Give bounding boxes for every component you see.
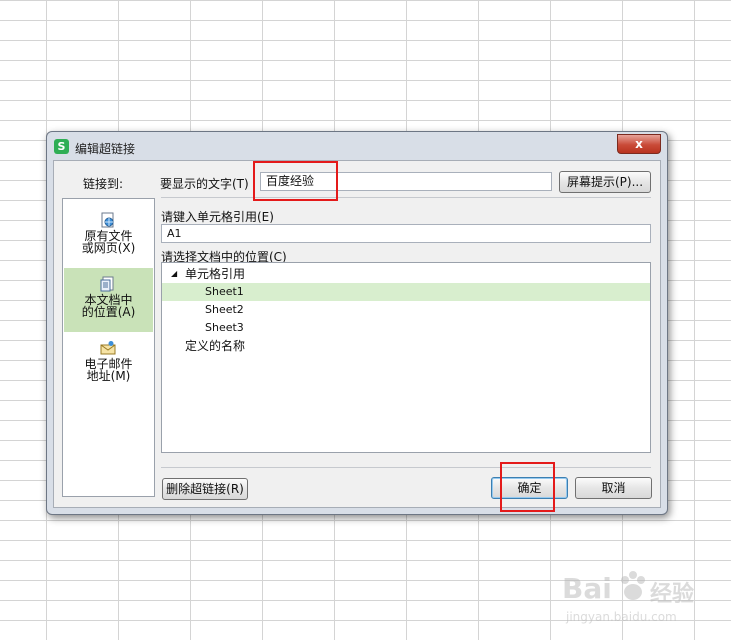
watermark-url: jingyan.baidu.com [566, 610, 677, 624]
tree-item-cell-reference[interactable]: ◢ 单元格引用 [162, 265, 650, 283]
cancel-button[interactable]: 取消 [575, 477, 652, 499]
highlight-box-display-text [253, 161, 338, 201]
wps-app-icon: S [54, 139, 69, 154]
close-button[interactable]: x [617, 134, 661, 154]
highlight-box-ok [500, 462, 555, 512]
link-to-email-address[interactable]: 电子邮件 地址(M) [64, 332, 153, 396]
nav-item-line2: 的位置(A) [81, 305, 136, 319]
edit-hyperlink-dialog: S 编辑超链接 x 链接到: 要显示的文字(T) 百度经验 屏幕提示(P)...… [46, 131, 668, 515]
watermark-brand: Bai [562, 572, 612, 605]
link-to-document-location[interactable]: 本文档中 的位置(A) [64, 268, 153, 332]
dialog-body: 链接到: 要显示的文字(T) 百度经验 屏幕提示(P)... 原有文件 或网页(… [53, 160, 661, 508]
separator [161, 197, 651, 198]
nav-item-line2: 或网页(X) [81, 241, 136, 255]
link-to-existing-file[interactable]: 原有文件 或网页(X) [64, 204, 153, 268]
paw-logo-icon [621, 571, 645, 600]
separator [161, 467, 651, 468]
cell-reference-label: 请键入单元格引用(E) [161, 210, 274, 224]
screen-tip-button[interactable]: 屏幕提示(P)... [559, 171, 651, 193]
title-bar[interactable]: S 编辑超链接 x [47, 132, 667, 160]
remove-hyperlink-button[interactable]: 删除超链接(R) [162, 478, 248, 500]
link-to-label: 链接到: [83, 177, 124, 191]
dialog-title: 编辑超链接 [75, 142, 136, 156]
link-to-panel: 原有文件 或网页(X) 本文档中 的位置(A) 电子邮件 地址(M) [62, 198, 155, 497]
close-icon: x [635, 137, 643, 151]
tree-item-sheet3[interactable]: Sheet3 [162, 319, 650, 337]
display-text-label: 要显示的文字(T) [160, 177, 249, 191]
nav-item-line2: 地址(M) [86, 369, 131, 383]
expand-triangle-icon[interactable]: ◢ [171, 265, 177, 283]
tree-item-sheet1[interactable]: Sheet1 [162, 283, 650, 301]
baidu-jingyan-watermark: Bai 经验 jingyan.baidu.com [560, 568, 720, 632]
document-location-icon [100, 276, 114, 292]
email-address-icon [100, 341, 116, 355]
document-location-tree[interactable]: ◢ 单元格引用 Sheet1 Sheet2 Sheet3 定义的名称 [161, 262, 651, 453]
cell-reference-input[interactable]: A1 [161, 224, 651, 243]
tree-item-defined-names[interactable]: 定义的名称 [162, 337, 650, 355]
web-page-icon [101, 212, 114, 228]
watermark-brand-suffix: 经验 [650, 582, 695, 607]
tree-item-sheet2[interactable]: Sheet2 [162, 301, 650, 319]
